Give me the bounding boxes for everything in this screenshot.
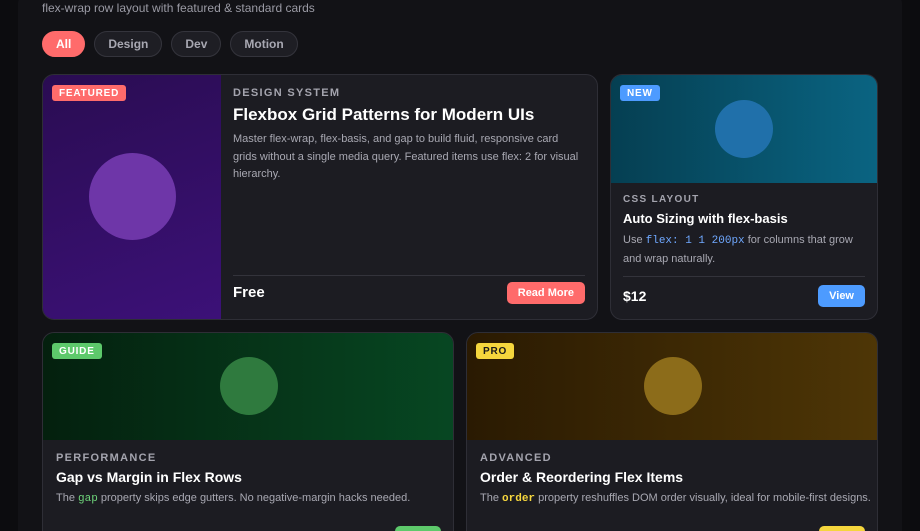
filter-chip-all[interactable]: All — [42, 31, 86, 57]
card-title: Auto Sizing with flex-basis — [623, 211, 788, 226]
card-image — [467, 333, 877, 440]
card-title: Flexbox Grid Patterns for Modern UIs — [233, 105, 535, 124]
card-order-reordering[interactable]: PRO ADVANCED Order & Reordering Flex Ite… — [466, 332, 878, 531]
card-category: DESIGN SYSTEM — [233, 87, 341, 99]
card-footer: Free Read More — [233, 275, 585, 309]
card-auto-sizing[interactable]: NEW CSS LAYOUT Auto Sizing with flex-bas… — [610, 74, 878, 320]
card-image — [43, 333, 453, 440]
card-image — [43, 75, 221, 319]
filter-chip-motion[interactable]: Motion — [230, 31, 298, 57]
card-category: ADVANCED — [480, 452, 552, 464]
filter-bar: All Design Dev Motion — [42, 31, 298, 57]
card-description: The order property reshuffles DOM order … — [480, 492, 871, 505]
card-price: $12 — [623, 287, 647, 304]
card-category: PERFORMANCE — [56, 452, 157, 464]
featured-card[interactable]: FEATURED DESIGN SYSTEM Flexbox Grid Patt… — [42, 74, 598, 320]
page-subtitle: flex-wrap row layout with featured & sta… — [42, 1, 315, 15]
guide-badge: GUIDE — [52, 343, 102, 359]
card-description: Use flex: 1 1 200px for columns that gro… — [623, 234, 853, 265]
card-action-button[interactable] — [395, 526, 441, 531]
image-placeholder-circle — [89, 153, 176, 240]
card-action-button[interactable] — [819, 526, 865, 531]
code-snippet: flex: 1 1 200px — [645, 235, 745, 247]
card-title: Order & Reordering Flex Items — [480, 469, 684, 485]
filter-chip-design[interactable]: Design — [94, 31, 163, 57]
image-placeholder-circle — [220, 357, 278, 415]
pro-badge: PRO — [476, 343, 515, 359]
card-description: Master flex-wrap, flex-basis, and gap to… — [233, 133, 579, 180]
code-snippet: order — [502, 493, 536, 505]
new-badge: NEW — [620, 85, 660, 101]
card-category: CSS LAYOUT — [623, 194, 700, 205]
filter-chip-dev[interactable]: Dev — [171, 31, 222, 57]
image-placeholder-circle — [644, 357, 702, 415]
card-title: Gap vs Margin in Flex Rows — [56, 469, 242, 485]
featured-badge: FEATURED — [52, 85, 127, 101]
card-footer: $12 View — [623, 276, 865, 314]
image-placeholder-circle — [715, 100, 773, 158]
card-gap-vs-margin[interactable]: GUIDE PERFORMANCE Gap vs Margin in Flex … — [42, 332, 454, 531]
view-button[interactable]: View — [818, 284, 865, 307]
read-more-button[interactable]: Read More — [506, 281, 585, 304]
code-snippet: gap — [78, 493, 98, 505]
card-price: Free — [233, 284, 265, 301]
card-description: The gap property skips edge gutters. No … — [56, 492, 411, 505]
